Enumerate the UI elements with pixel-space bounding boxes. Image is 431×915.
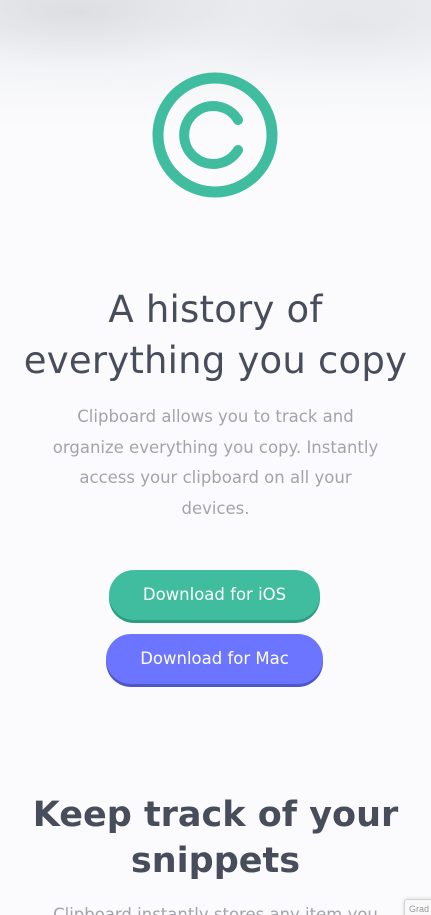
landing-page: A history of everything you copy Clipboa… (0, 0, 431, 915)
snippets-title-line-1: Keep track of your (32, 795, 399, 835)
snippets-section-title: Keep track of your snippets (0, 792, 431, 884)
snippets-title-line-2: snippets (130, 841, 301, 881)
hero-title-line-2: everything you copy (23, 339, 408, 382)
snippets-description: Clipboard instantly stores any item you (53, 905, 378, 915)
hero-title: A history of everything you copy (0, 284, 431, 386)
download-ios-button[interactable]: Download for iOS (109, 570, 320, 620)
copyright-c-icon (152, 72, 278, 198)
download-mac-button[interactable]: Download for Mac (106, 634, 323, 684)
recaptcha-badge[interactable]: Grad (404, 899, 431, 915)
hero-title-line-1: A history of (108, 288, 323, 331)
recaptcha-badge-label: Grad (409, 904, 430, 914)
hero-description: Clipboard allows you to track and organi… (52, 407, 379, 518)
